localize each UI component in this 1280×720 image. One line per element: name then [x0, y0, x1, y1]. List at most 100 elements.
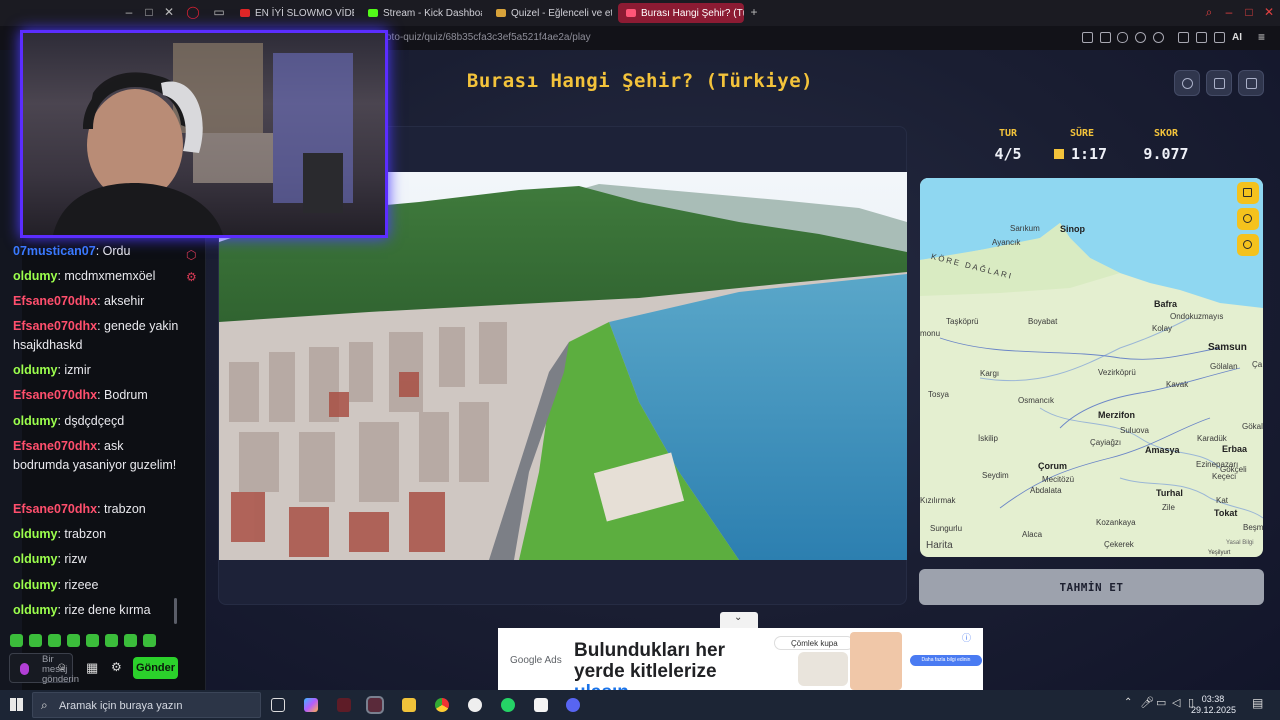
emote-icon[interactable]: [29, 634, 42, 647]
notifications-icon[interactable]: ▤: [1252, 696, 1263, 710]
chat-settings-icon[interactable]: ⚙: [111, 660, 122, 674]
app-icon[interactable]: [337, 698, 351, 712]
ai-button[interactable]: AI: [1232, 32, 1242, 43]
ad-info-icon[interactable]: ⓘ: [962, 631, 971, 644]
maximize-icon[interactable]: □: [142, 5, 156, 19]
opera-logo-icon[interactable]: ◯: [186, 5, 200, 19]
microphone-icon[interactable]: 🎤︎: [1140, 696, 1154, 709]
window-minimize-icon[interactable]: –: [1222, 5, 1236, 19]
chat-text: : mcdmxmemxöel: [57, 269, 156, 283]
map-label-abdalata: Abdalata: [1030, 486, 1062, 495]
window-maximize-icon[interactable]: □: [1242, 5, 1256, 19]
fullscreen-button[interactable]: [1238, 70, 1264, 96]
volume-icon[interactable]: ◁: [1172, 696, 1180, 709]
emote-icon[interactable]: [10, 634, 23, 647]
chat-username[interactable]: oldumy: [13, 414, 57, 428]
chat-text: : rizw: [57, 552, 87, 566]
discord-icon[interactable]: [566, 698, 580, 712]
chat-message: Efsane070dhx: aksehir: [13, 292, 183, 311]
whatsapp-icon[interactable]: [501, 698, 515, 712]
chat-username[interactable]: oldumy: [13, 552, 57, 566]
new-tab-icon[interactable]: +: [747, 5, 761, 19]
tab-label: Quizel - Eğlenceli ve etkile: [511, 7, 612, 19]
guess-button[interactable]: TAHMİN ET: [919, 569, 1264, 605]
chat-username[interactable]: Efsane070dhx: [13, 502, 97, 516]
report-button[interactable]: [1206, 70, 1232, 96]
map-expand-button[interactable]: [1237, 182, 1259, 204]
ad-cta-button[interactable]: Daha fazla bilgi edinin: [910, 655, 982, 666]
windows-start-icon[interactable]: [10, 698, 23, 711]
emote-icon[interactable]: [48, 634, 61, 647]
chevron-up-icon[interactable]: ⌃: [1124, 697, 1132, 708]
map-zoom-out-button[interactable]: [1237, 234, 1259, 256]
taskbar-search[interactable]: ⌕ Aramak için buraya yazın: [32, 692, 261, 718]
chat-text: : izmir: [57, 363, 91, 377]
chevron-down-icon: ⌄: [734, 612, 743, 623]
network-icon[interactable]: ▭: [1156, 696, 1166, 709]
chat-scrollbar[interactable]: [174, 598, 177, 624]
emote-icon[interactable]: [105, 634, 118, 647]
moderation-icon[interactable]: ⬡: [186, 248, 196, 262]
emote-icon[interactable]: [143, 634, 156, 647]
clock-time: 03:38: [1201, 694, 1225, 704]
chat-username[interactable]: Efsane070dhx: [13, 439, 97, 453]
window-close-icon[interactable]: ✕: [1262, 5, 1276, 19]
url-text[interactable]: oto-quiz/quiz/68b35cfa3c3ef5a521f4ae2a/p…: [386, 32, 591, 43]
notepad-icon[interactable]: [534, 698, 548, 712]
copilot-icon[interactable]: [304, 698, 318, 712]
menu-icon[interactable]: ≡: [1258, 30, 1265, 44]
quizel-icon: [496, 9, 506, 17]
tab-kick-dashboard[interactable]: Stream - Kick Dashboard: [360, 3, 482, 23]
map-legal-link[interactable]: Yasal Bilgi: [1226, 540, 1254, 546]
emote-icon[interactable]: [86, 634, 99, 647]
send-button[interactable]: Gönder: [133, 657, 178, 679]
chat-username[interactable]: oldumy: [13, 603, 57, 617]
tab-quiz-active[interactable]: Burası Hangi Şehir? (Türki: [618, 3, 744, 23]
chat-username[interactable]: Efsane070dhx: [13, 319, 97, 333]
file-explorer-icon[interactable]: [402, 698, 416, 712]
tab-quizel[interactable]: Quizel - Eğlenceli ve etkile: [488, 3, 612, 23]
play-icon[interactable]: [1135, 32, 1146, 43]
pin-icon[interactable]: [1082, 32, 1093, 43]
map-zoom-in-button[interactable]: [1237, 208, 1259, 230]
chat-username[interactable]: Efsane070dhx: [13, 388, 97, 402]
share-icon[interactable]: [1196, 32, 1207, 43]
chrome-icon[interactable]: [435, 698, 449, 712]
shield-icon[interactable]: [1117, 32, 1128, 43]
emoji-icon[interactable]: ☺: [56, 661, 67, 673]
chat-username[interactable]: oldumy: [13, 269, 57, 283]
round-value: 4/5: [994, 145, 1022, 163]
map-label-amasya: Amasya: [1145, 445, 1180, 455]
map-label-ayancik: Ayancık: [992, 238, 1021, 247]
settings-button[interactable]: [1174, 70, 1200, 96]
guess-map[interactable]: Sinop Sarıkum Ayancık KÖRE DAĞLARI Bafra…: [920, 178, 1263, 557]
download-icon[interactable]: [1214, 32, 1225, 43]
close-icon[interactable]: ✕: [162, 5, 176, 19]
ad-banner[interactable]: Google Ads Bulundukları her yerde kitlel…: [498, 628, 983, 703]
taskbar-clock[interactable]: 03:38 29.12.2025: [1191, 694, 1236, 716]
emote-icon[interactable]: [124, 634, 137, 647]
ad-collapse-button[interactable]: ⌄: [720, 612, 758, 628]
heart-icon[interactable]: [1153, 32, 1164, 43]
gift-icon[interactable]: ▦: [86, 660, 98, 676]
extensions-icon[interactable]: [1178, 32, 1189, 43]
chat-username[interactable]: oldumy: [13, 363, 57, 377]
snapshot-icon[interactable]: [1100, 32, 1111, 43]
emote-icon[interactable]: [67, 634, 80, 647]
chat-username[interactable]: 07mustican07: [13, 244, 96, 258]
chat-username[interactable]: oldumy: [13, 578, 57, 592]
search-icon[interactable]: ⌕: [1202, 5, 1216, 19]
map-label-boyabat: Boyabat: [1028, 317, 1058, 326]
fullscreen-icon: [1246, 78, 1257, 89]
tab-slowmo[interactable]: EN İYİ SLOWMO VİDEOLA: [232, 3, 354, 23]
mic-icon: [20, 663, 29, 675]
chat-username[interactable]: Efsane070dhx: [13, 294, 97, 308]
opera-taskbar-icon[interactable]: [366, 696, 384, 714]
chat-text: : aksehir: [97, 294, 145, 308]
task-view-icon[interactable]: [271, 698, 285, 712]
chat-username[interactable]: oldumy: [13, 527, 57, 541]
settings-gear-icon[interactable]: ⚙: [186, 270, 197, 284]
tab-overview-icon[interactable]: ▭: [212, 5, 226, 19]
app-icon[interactable]: [468, 698, 482, 712]
minimize-icon[interactable]: –: [122, 5, 136, 19]
